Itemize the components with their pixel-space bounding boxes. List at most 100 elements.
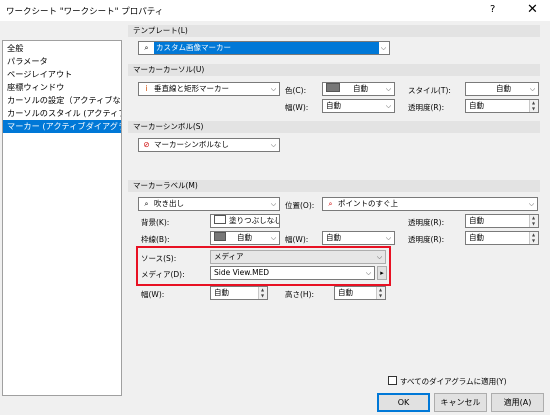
apply-all-checkbox[interactable] [388,376,397,385]
color-swatch [326,83,340,92]
cursor-width-label: 幅(W): [285,103,309,112]
chevron-down-icon: ⌵ [385,102,392,110]
background-transparency-label: 透明度(R): [408,218,445,227]
spinner-buttons[interactable]: ▲ ▼ [376,287,385,299]
cursor-type-select[interactable]: ⅰ 垂直線と矩形マーカー ⌵ [138,82,280,96]
chevron-down-icon: ⌵ [376,253,383,261]
close-icon[interactable]: ✕ [527,2,538,17]
spin-up-icon: ▲ [532,232,536,237]
border-width-value: 自動 [326,233,341,242]
border-color-select[interactable]: 自動 ⌵ [210,231,280,245]
background-transparency-spinner[interactable]: 自動 ▲ ▼ [465,214,539,228]
position-value: ポイントのすぐ上 [338,199,398,208]
cursor-color-value: 自動 [353,84,368,93]
help-icon[interactable]: ? [490,4,495,15]
label-section-header: マーカーラベル(M) [128,180,540,192]
position-select[interactable]: ⌕ ポイントのすぐ上 ⌵ [322,197,538,211]
border-transparency-label: 透明度(R): [408,235,445,244]
position-label: 位置(O): [285,201,315,210]
spinner-buttons[interactable]: ▲ ▼ [258,287,267,299]
spin-down-icon: ▼ [532,238,536,243]
apply-all-label: すべてのダイアグラムに適用(Y) [400,377,507,386]
template-select[interactable]: ⌕ カスタム画像マーカー ⌵ [138,41,390,55]
chevron-down-icon: ⌵ [270,217,277,225]
category-list[interactable]: 全般 パラメータ ページレイアウト 座標ウィンドウ カーソルの設定（アクティブな… [2,40,122,396]
apply-button[interactable]: 適用(A) [491,393,544,412]
nav-item-general[interactable]: 全般 [3,42,121,55]
title-bar: ワークシート "ワークシート" プロパティ ? ✕ [0,0,550,22]
spin-up-icon: ▲ [532,100,536,105]
chevron-down-icon: ⌵ [365,269,372,277]
border-color-value: 自動 [237,233,252,242]
chevron-down-icon: ⌵ [385,85,392,93]
nav-item-coordinate-window[interactable]: 座標ウィンドウ [3,81,121,94]
image-height-label: 高さ(H): [285,290,315,299]
cursor-color-select[interactable]: 自動 ⌵ [322,82,395,96]
image-height-spinner[interactable]: 自動 ▲ ▼ [334,286,386,300]
label-type-select[interactable]: ⌕ 吹き出し ⌵ [138,197,280,211]
cursor-width-value: 自動 [326,101,341,110]
background-select[interactable]: 塗りつぶしなし ⌵ [210,214,280,228]
border-transparency-value: 自動 [469,233,484,242]
nav-item-parameters[interactable]: パラメータ [3,55,121,68]
media-browse-button[interactable]: ▸ [377,266,387,280]
dialog-body: 全般 パラメータ ページレイアウト 座標ウィンドウ カーソルの設定（アクティブな… [0,22,550,415]
nav-item-marker[interactable]: マーカー (アクティブダイアグラム) [3,120,121,133]
image-width-value: 自動 [214,288,229,297]
callout-icon: ⌕ [144,199,149,208]
border-width-select[interactable]: 自動 ⌵ [322,231,395,245]
cancel-button[interactable]: キャンセル [434,393,487,412]
spin-down-icon: ▼ [532,106,536,111]
border-label: 枠線(B): [141,235,170,244]
chevron-down-icon: ⌵ [528,200,535,208]
spinner-buttons[interactable]: ▲ ▼ [529,100,538,112]
color-swatch [214,232,226,241]
ok-button[interactable]: OK [377,393,430,412]
symbol-select[interactable]: ⊘ マーカーシンボルなし ⌵ [138,138,280,152]
spinner-buttons[interactable]: ▲ ▼ [529,215,538,227]
marker-icon: ⌕ [144,43,149,52]
cursor-transparency-label: 透明度(R): [408,103,445,112]
source-value: メディア [214,252,244,261]
position-icon: ⌕ [328,199,333,208]
source-label: ソース(S): [141,254,177,263]
template-section-header: テンプレート(L) [128,25,540,37]
spinner-buttons[interactable]: ▲ ▼ [529,232,538,244]
nav-item-page-layout[interactable]: ページレイアウト [3,68,121,81]
cursor-width-select[interactable]: 自動 ⌵ [322,99,395,113]
chevron-down-icon: ⌵ [385,234,392,242]
vertical-line-icon: ⅰ [145,84,148,93]
symbol-value: マーカーシンボルなし [154,140,229,149]
media-select[interactable]: Side View.MED ⌵ [210,266,375,280]
media-value: Side View.MED [214,268,270,277]
border-width-label: 幅(W): [285,235,309,244]
background-transparency-value: 自動 [469,216,484,225]
cursor-style-select[interactable]: 自動 ⌵ [465,82,539,96]
cursor-transparency-value: 自動 [469,101,484,110]
image-width-spinner[interactable]: 自動 ▲ ▼ [210,286,268,300]
spin-down-icon: ▼ [379,293,383,298]
window-title: ワークシート "ワークシート" プロパティ [6,7,164,17]
spin-down-icon: ▼ [532,221,536,226]
nav-item-cursor-style[interactable]: カーソルのスタイル (アクティブなダイ... [3,107,121,120]
chevron-down-icon: ⌵ [529,85,536,93]
chevron-down-icon: ⌵ [380,44,387,52]
spin-up-icon: ▲ [532,215,536,220]
border-transparency-spinner[interactable]: 自動 ▲ ▼ [465,231,539,245]
chevron-down-icon: ⌵ [270,141,277,149]
chevron-down-icon: ⌵ [270,234,277,242]
background-label: 背景(K): [141,218,170,227]
symbol-section-header: マーカーシンボル(S) [128,121,540,133]
cursor-section-header: マーカーカーソル(U) [128,64,540,76]
spin-up-icon: ▲ [261,287,265,292]
label-type-value: 吹き出し [154,199,184,208]
chevron-down-icon: ⌵ [270,85,277,93]
template-select-value: カスタム画像マーカー [154,42,379,54]
spin-up-icon: ▲ [379,287,383,292]
chevron-down-icon: ⌵ [270,200,277,208]
media-label: メディア(D): [141,270,185,279]
source-select[interactable]: メディア ⌵ [210,250,386,264]
cursor-transparency-spinner[interactable]: 自動 ▲ ▼ [465,99,539,113]
spin-down-icon: ▼ [261,293,265,298]
nav-item-cursor-settings[interactable]: カーソルの設定（アクティブなダイ... [3,94,121,107]
